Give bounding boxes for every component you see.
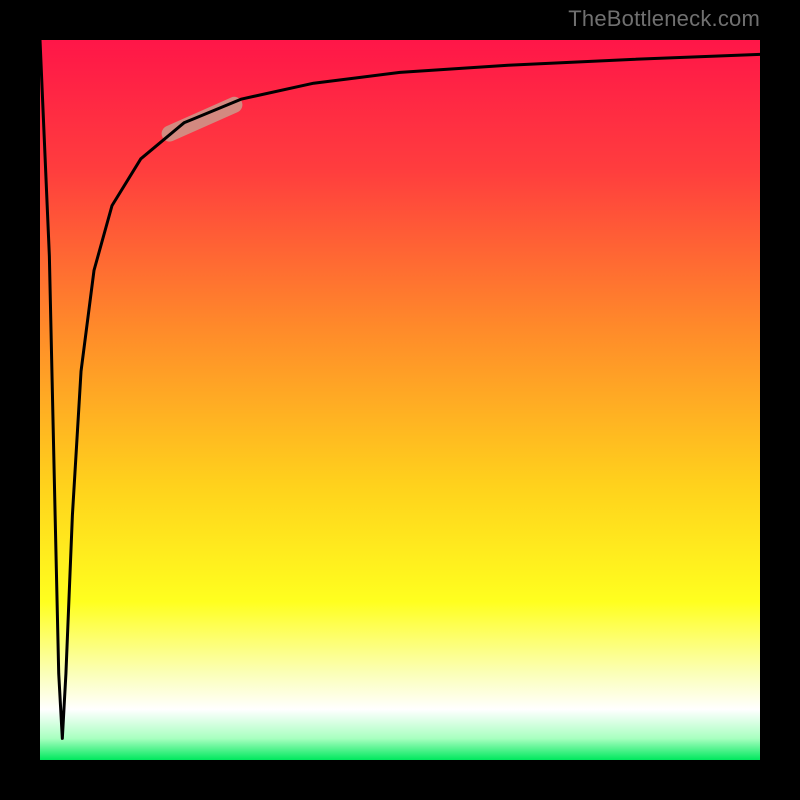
chart-frame: TheBottleneck.com	[0, 0, 800, 800]
curve-layer	[40, 40, 760, 760]
highlight-segment	[170, 105, 235, 134]
watermark-text: TheBottleneck.com	[568, 6, 760, 32]
plot-area	[40, 40, 760, 760]
curve-line	[40, 40, 760, 738]
